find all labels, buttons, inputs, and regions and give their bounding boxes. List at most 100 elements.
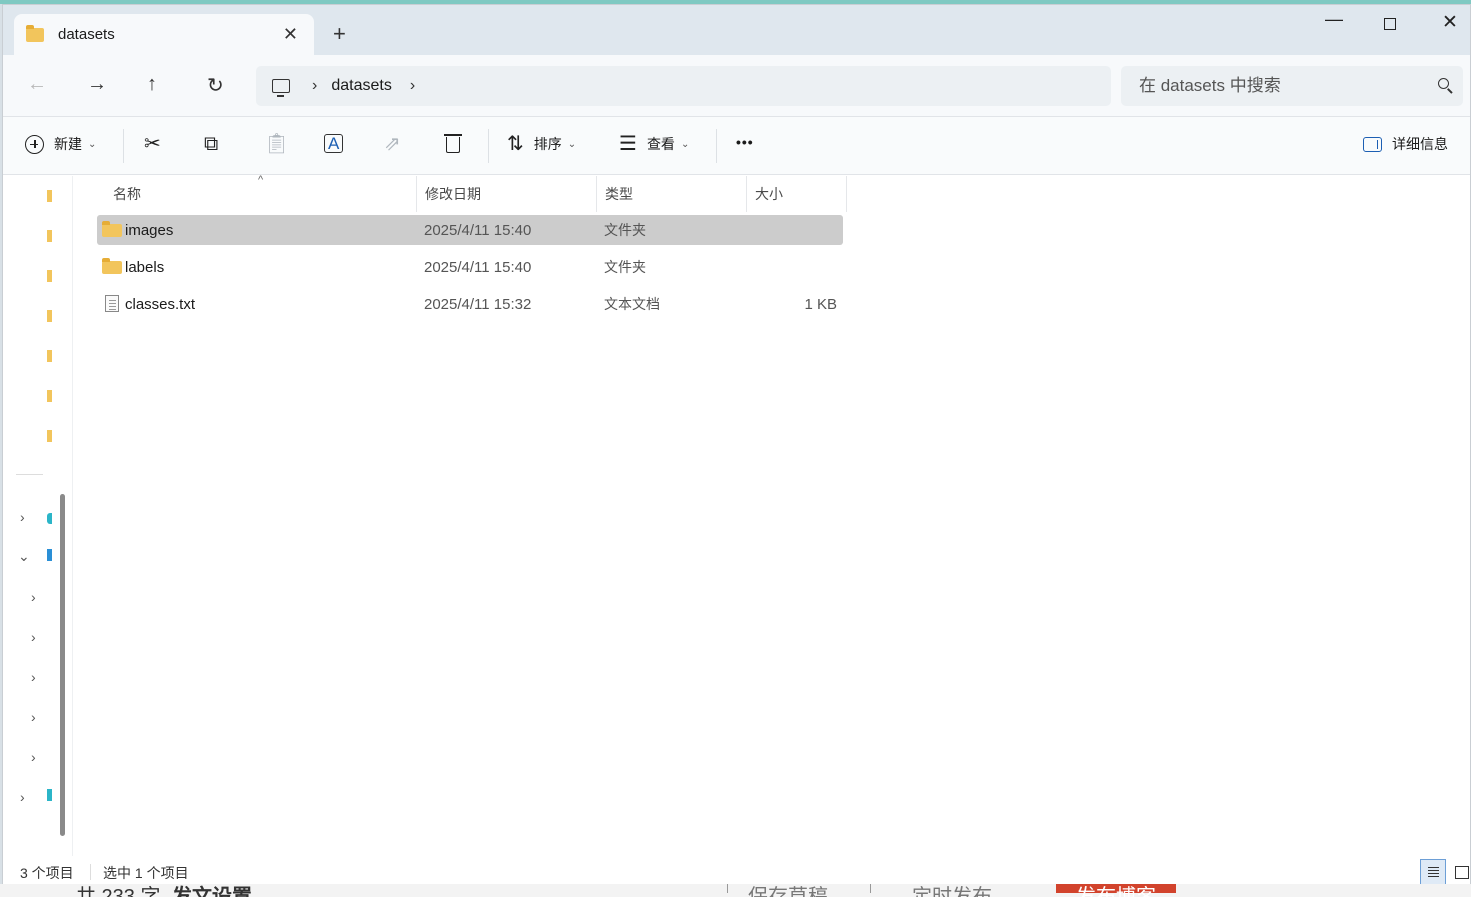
chevron-right-icon[interactable]: ›	[20, 509, 25, 525]
folder-icon	[102, 221, 122, 237]
tiles-view-button[interactable]	[1453, 859, 1470, 884]
back-arrow-icon[interactable]: ←	[27, 73, 47, 96]
trash-icon	[444, 134, 462, 153]
plus-circle-icon	[25, 134, 44, 154]
view-button[interactable]: ☰ 查看 ⌄	[619, 134, 689, 154]
schedule-button[interactable]: 定时发布	[912, 884, 992, 897]
selected-count: 选中 1 个项目	[103, 865, 189, 881]
rename-icon: A	[324, 134, 344, 153]
new-button[interactable]: 新建 ⌄	[25, 134, 96, 154]
close-tab-icon[interactable]: ✕	[283, 24, 298, 45]
title-bar: datasets ✕ + — ✕	[3, 5, 1470, 55]
cut-button[interactable]: ✂	[144, 134, 161, 154]
close-window-button[interactable]: ✕	[1442, 11, 1458, 34]
divider	[123, 129, 124, 163]
column-type[interactable]: 类型	[597, 176, 747, 212]
this-pc-icon[interactable]	[272, 79, 290, 97]
file-name: labels	[125, 258, 165, 276]
folder-icon[interactable]	[47, 230, 52, 242]
address-bar[interactable]: › datasets ›	[256, 66, 1111, 106]
search-icon[interactable]	[1438, 78, 1449, 89]
more-options-button[interactable]: •••	[736, 134, 754, 150]
address-row: ← → ↑ ↻ › datasets ›	[3, 55, 1470, 117]
search-input[interactable]	[1139, 76, 1419, 96]
text-file-icon	[105, 295, 119, 312]
folder-icon	[102, 258, 122, 274]
column-size-label: 大小	[755, 186, 783, 202]
chevron-right-icon[interactable]: ›	[31, 589, 36, 605]
chevron-right-icon[interactable]: ›	[31, 749, 36, 765]
folder-icon[interactable]	[47, 390, 52, 402]
column-date-label: 修改日期	[425, 186, 481, 202]
item-count: 3 个项目	[20, 865, 74, 881]
tab-datasets[interactable]: datasets ✕	[14, 14, 314, 55]
view-lines-icon: ☰	[619, 133, 637, 155]
folder-icon[interactable]	[47, 310, 52, 322]
sort-icon: ⇅	[507, 133, 524, 155]
word-count: 共 233 字	[76, 886, 161, 897]
sort-button[interactable]: ⇅ 排序 ⌄	[507, 134, 576, 154]
details-view-button[interactable]	[1420, 859, 1446, 884]
divider	[870, 884, 871, 893]
file-type: 文件夹	[604, 259, 646, 275]
more-icon: •••	[736, 134, 754, 150]
up-arrow-icon[interactable]: ↑	[147, 73, 157, 96]
details-pane-button[interactable]: 详细信息	[1363, 134, 1448, 154]
delete-button[interactable]	[444, 134, 462, 153]
view-label: 查看	[646, 136, 675, 152]
network-icon[interactable]	[47, 789, 52, 801]
file-row-labels[interactable]: labels 2025/4/11 15:40 文件夹	[97, 252, 843, 282]
divider	[716, 129, 717, 163]
refresh-icon[interactable]: ↻	[207, 73, 224, 98]
column-name[interactable]: 名称	[105, 176, 417, 212]
copy-button[interactable]: ⧉	[204, 134, 218, 154]
nav-scrollbar[interactable]	[60, 494, 65, 836]
chevron-right-icon[interactable]: ›	[31, 709, 36, 725]
search-box[interactable]	[1121, 66, 1463, 106]
background-app: 共 233 字 发文设置 保存草稿 定时发布 发布博客	[0, 884, 1471, 897]
paste-button[interactable]: 📋︎	[264, 134, 289, 154]
rename-button[interactable]: A	[324, 134, 344, 153]
copy-icon: ⧉	[204, 133, 219, 155]
chevron-right-icon[interactable]: ›	[312, 77, 317, 95]
share-icon: ⇗	[384, 133, 401, 155]
file-row-classes-txt[interactable]: classes.txt 2025/4/11 15:32 文本文档 1 KB	[97, 289, 843, 319]
chevron-down-icon: ⌄	[88, 138, 97, 150]
file-size: 1 KB	[804, 295, 837, 313]
chevron-right-icon[interactable]: ›	[20, 789, 25, 805]
this-pc-nav-icon[interactable]	[47, 549, 52, 561]
chevron-right-icon[interactable]: ›	[410, 77, 415, 95]
column-size[interactable]: 大小	[747, 176, 847, 212]
file-row-images[interactable]: images 2025/4/11 15:40 文件夹	[97, 215, 843, 245]
chevron-right-icon[interactable]: ›	[31, 629, 36, 645]
sort-label: 排序	[533, 136, 562, 152]
nav-divider	[16, 474, 43, 475]
chevron-right-icon[interactable]: ›	[31, 669, 36, 685]
forward-arrow-icon[interactable]: →	[87, 73, 107, 96]
divider	[90, 864, 91, 880]
folder-icon[interactable]	[47, 430, 52, 442]
cloud-drive-icon[interactable]	[47, 513, 52, 524]
post-settings[interactable]: 发文设置	[172, 884, 252, 897]
navigation-pane[interactable]: › ⌄ › › › › › ›	[3, 176, 73, 856]
file-date: 2025/4/11 15:40	[424, 258, 532, 276]
scissors-icon: ✂	[144, 133, 161, 155]
divider	[727, 884, 728, 893]
folder-icon[interactable]	[47, 350, 52, 362]
column-type-label: 类型	[605, 186, 633, 202]
minimize-button[interactable]: —	[1325, 9, 1343, 30]
publish-label: 发布博客	[1076, 886, 1156, 897]
save-draft-button[interactable]: 保存草稿	[748, 884, 828, 897]
folder-icon[interactable]	[47, 270, 52, 282]
new-tab-button[interactable]: +	[333, 23, 346, 45]
chevron-down-icon: ⌄	[567, 138, 577, 150]
file-name: images	[125, 221, 174, 239]
share-button[interactable]: ⇗	[384, 134, 401, 154]
column-date[interactable]: 修改日期	[417, 176, 597, 212]
maximize-button[interactable]	[1384, 18, 1396, 30]
new-label: 新建	[54, 136, 82, 152]
folder-icon[interactable]	[47, 190, 52, 202]
chevron-down-icon[interactable]: ⌄	[18, 548, 30, 565]
file-date: 2025/4/11 15:40	[424, 221, 532, 239]
breadcrumb-datasets[interactable]: datasets	[331, 77, 391, 95]
